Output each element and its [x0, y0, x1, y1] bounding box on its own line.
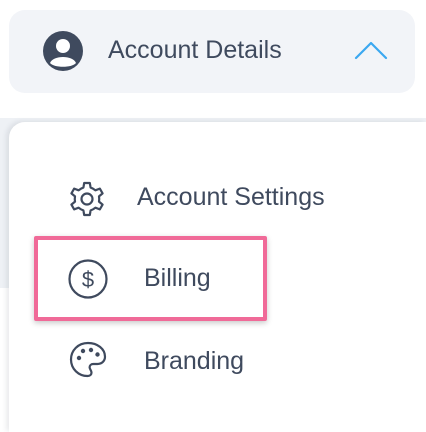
chevron-up-icon: [354, 41, 388, 60]
account-details-label: Account Details: [108, 36, 282, 64]
menu-item-label: Branding: [144, 347, 245, 375]
user-circle-icon: [43, 31, 83, 71]
menu-item-billing[interactable]: $ Billing: [49, 250, 249, 306]
svg-text:$: $: [82, 267, 94, 292]
account-dropdown-menu: Account Settings $ Billing Branding: [9, 122, 426, 432]
dollar-circle-icon: $: [68, 259, 108, 299]
menu-item-label: Account Settings: [137, 183, 325, 211]
menu-item-account-settings[interactable]: Account Settings: [49, 168, 399, 224]
menu-item-branding[interactable]: Branding: [49, 332, 289, 388]
account-details-toggle[interactable]: Account Details: [9, 10, 415, 93]
gear-icon: [70, 181, 104, 217]
menu-item-label: Billing: [144, 264, 211, 292]
palette-icon: [69, 341, 107, 378]
